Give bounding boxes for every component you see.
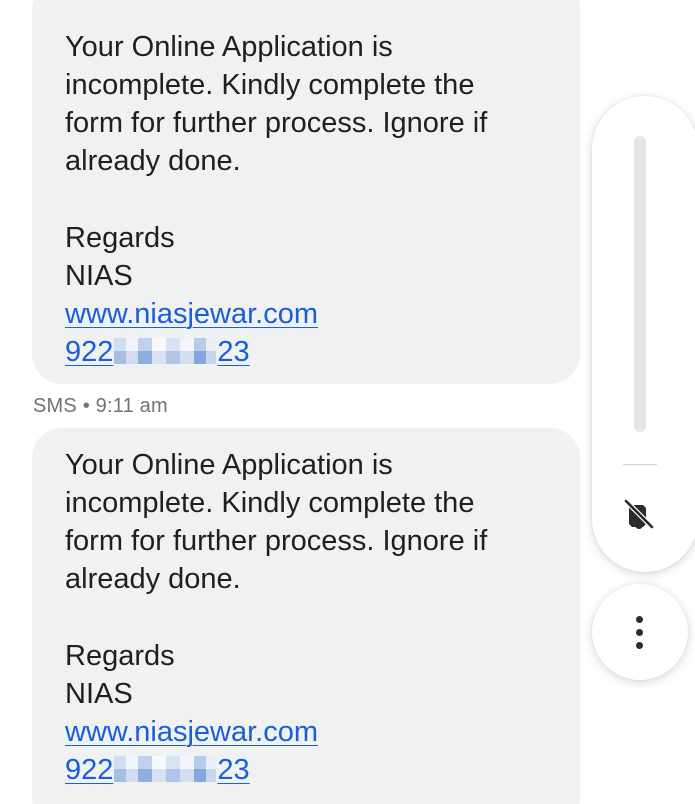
volume-panel (592, 96, 695, 572)
volume-divider (623, 464, 657, 465)
phone-suffix: 23 (217, 336, 250, 368)
more-options-button[interactable] (592, 584, 688, 680)
message-regards: Regards (65, 222, 175, 254)
message-text-line: incomplete. Kindly complete the (65, 69, 475, 101)
message-regards: Regards (65, 640, 175, 672)
message-sender-name: NIAS (65, 678, 133, 710)
message-bubble[interactable]: Your Online Application is incomplete. K… (32, 0, 580, 384)
message-text-line: Your Online Application is (65, 449, 393, 481)
message-link[interactable]: www.niasjewar.com (65, 298, 318, 330)
message-text-line: form for further process. Ignore if (65, 525, 488, 557)
more-vertical-icon (636, 616, 643, 623)
message-sender-name: NIAS (65, 260, 133, 292)
volume-slider[interactable] (634, 136, 646, 432)
more-vertical-icon (636, 629, 643, 636)
message-phone-link[interactable]: 922 23 (65, 751, 250, 789)
message-text-line: already done. (65, 145, 241, 177)
conversation-view: Your Online Application is incomplete. K… (0, 0, 695, 804)
phone-prefix: 922 (65, 754, 114, 786)
message-bubble[interactable]: Your Online Application is incomplete. K… (32, 428, 580, 804)
phone-suffix: 23 (217, 754, 250, 786)
message-text-line: incomplete. Kindly complete the (65, 487, 475, 519)
message-link[interactable]: www.niasjewar.com (65, 716, 318, 748)
message-text-line: already done. (65, 563, 241, 595)
volume-off-icon[interactable] (621, 496, 657, 532)
message-text-line: Your Online Application is (65, 31, 393, 63)
redacted-digits (114, 756, 217, 782)
redacted-digits (114, 338, 217, 364)
message-phone-link[interactable]: 922 23 (65, 333, 250, 371)
message-meta: SMS • 9:11 am (33, 395, 168, 417)
phone-prefix: 922 (65, 336, 114, 368)
message-text-line: form for further process. Ignore if (65, 107, 488, 139)
more-vertical-icon (636, 642, 643, 649)
